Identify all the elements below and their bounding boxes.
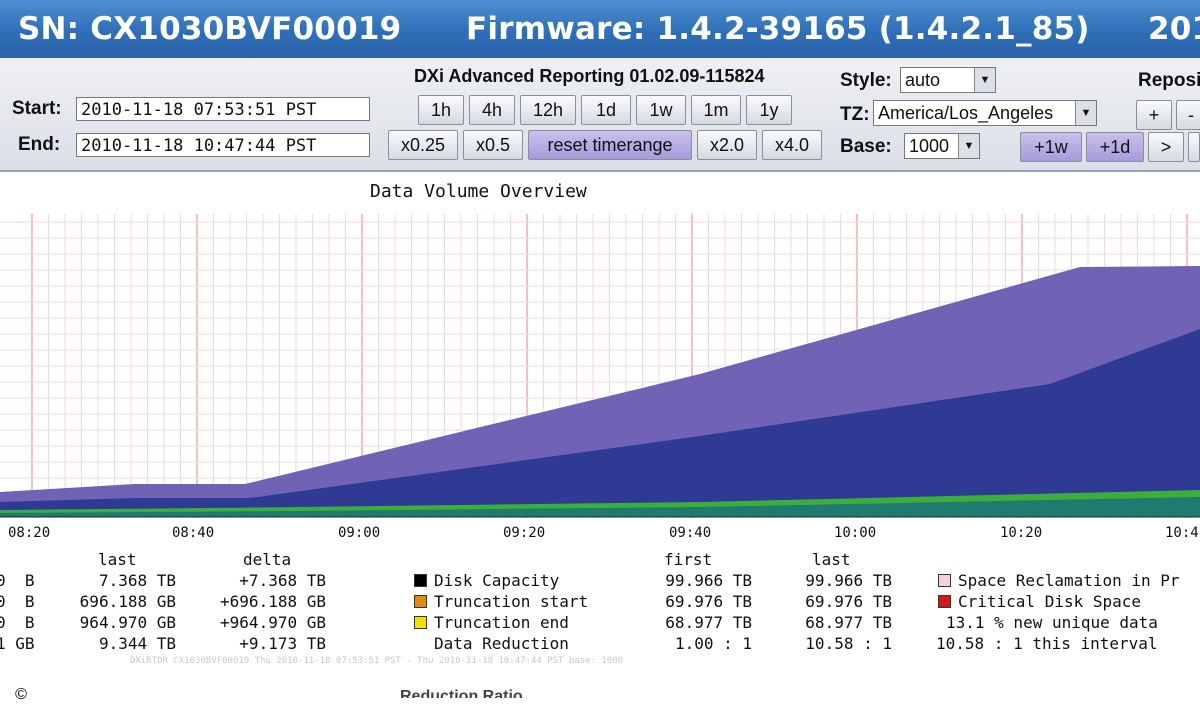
data-volume-chart xyxy=(0,214,1200,518)
legend-mid-first: 68.977 TB xyxy=(665,613,752,632)
tz-select[interactable]: America/Los_Angeles ▼ xyxy=(873,100,1097,126)
legend-left-delta: +696.188 GB xyxy=(220,592,326,611)
header-date-cut: 201 xyxy=(1148,11,1200,47)
legend-mid-last: 68.977 TB xyxy=(805,613,892,632)
style-label: Style: xyxy=(840,70,892,91)
chart-title: Data Volume Overview xyxy=(370,181,587,202)
legend-mid-label: Truncation start xyxy=(434,592,589,611)
legend-left-delta: +964.970 GB xyxy=(220,613,326,632)
chevron-down-icon: ▼ xyxy=(1075,101,1096,125)
legend-mid-last-header: last xyxy=(812,550,851,569)
x-tick-label: 08:40 xyxy=(172,525,215,541)
zoom-x025-button[interactable]: x0.25 xyxy=(388,130,458,160)
legend-mid-first: 69.976 TB xyxy=(665,592,752,611)
legend-mid-last: 10.58 : 1 xyxy=(805,634,892,653)
legend-mid-last: 99.966 TB xyxy=(805,571,892,590)
legend-mid-first-header: first xyxy=(664,550,713,569)
legend-left-last: 964.970 GB xyxy=(79,613,176,632)
legend-left-prefix: 1 GB xyxy=(0,634,35,653)
header-bar: SN: CX1030BVF00019 Firmware: 1.4.2-39165… xyxy=(0,0,1200,58)
x-tick-label: 08:20 xyxy=(8,525,51,541)
shift-forward-button[interactable]: > xyxy=(1148,132,1184,162)
legend-left-last: 696.188 GB xyxy=(79,592,176,611)
legend-left-delta: +9.173 TB xyxy=(239,634,326,653)
legend-right-label: 13.1 % new unique data xyxy=(946,613,1158,632)
tz-label: TZ: xyxy=(840,104,870,125)
shift-1w-button[interactable]: +1w xyxy=(1020,132,1082,162)
start-label: Start: xyxy=(12,98,62,119)
legend-mid-label: Data Reduction xyxy=(434,634,569,653)
range-1d-button[interactable]: 1d xyxy=(581,95,631,125)
app-title: DXi Advanced Reporting 01.02.09-115824 xyxy=(414,66,765,86)
legend-left-prefix: 0 B xyxy=(0,592,35,611)
reposition-label: Reposi xyxy=(1138,70,1200,91)
legend-swatch-space-reclamation xyxy=(938,574,951,587)
legend-left-prefix: 0 B xyxy=(0,613,35,632)
legend-mid-first: 99.966 TB xyxy=(665,571,752,590)
range-1w-button[interactable]: 1w xyxy=(636,95,686,125)
range-1y-button[interactable]: 1y xyxy=(746,95,792,125)
x-tick-label: 10:4 xyxy=(1165,525,1199,541)
style-select-value: auto xyxy=(905,70,941,90)
shift-extra-button[interactable] xyxy=(1188,132,1200,162)
legend-swatch-critical-disk xyxy=(938,595,951,608)
legend-right-label: Space Reclamation in Pr xyxy=(958,571,1180,590)
legend-swatch-disk-capacity xyxy=(414,574,427,587)
x-tick-label: 09:40 xyxy=(669,525,712,541)
zoom-x05-button[interactable]: x0.5 xyxy=(463,130,523,160)
legend-left-prefix: 0 B xyxy=(0,571,35,590)
base-label: Base: xyxy=(840,136,892,157)
firmware-version: Firmware: 1.4.2-39165 (1.4.2.1_85) xyxy=(466,11,1090,47)
legend-right-label: Critical Disk Space xyxy=(958,592,1142,611)
legend-mid-first: 1.00 : 1 xyxy=(674,634,752,653)
legend-left-last-header: last xyxy=(98,550,137,569)
legend-left-last: 7.368 TB xyxy=(98,571,176,590)
x-tick-label: 09:20 xyxy=(503,525,546,541)
shift-1d-button[interactable]: +1d xyxy=(1086,132,1144,162)
range-12h-button[interactable]: 12h xyxy=(520,95,576,125)
tz-select-value: America/Los_Angeles xyxy=(878,103,1054,123)
chevron-down-icon: ▼ xyxy=(974,68,995,92)
end-input[interactable]: 2010-11-18 10:47:44 PST xyxy=(76,133,370,157)
legend-swatch-truncation-end xyxy=(414,616,427,629)
serial-number: SN: CX1030BVF00019 xyxy=(18,11,402,47)
range-4h-button[interactable]: 4h xyxy=(469,95,515,125)
zoom-x4-button[interactable]: x4.0 xyxy=(762,130,822,160)
base-select-value: 1000 xyxy=(909,136,950,156)
range-1m-button[interactable]: 1m xyxy=(691,95,741,125)
x-tick-label: 09:00 xyxy=(338,525,381,541)
chevron-down-icon: ▼ xyxy=(958,134,979,158)
chart-footer-watermark: DXiRTDR CX1030BVF00019 Thu 2010-11-18 07… xyxy=(130,656,624,666)
legend-left-delta: +7.368 TB xyxy=(239,571,326,590)
legend-left-delta-header: delta xyxy=(243,550,292,569)
repos-minus-button[interactable]: - xyxy=(1176,100,1200,130)
legend-mid-label: Disk Capacity xyxy=(434,571,560,590)
legend-left-last: 9.344 TB xyxy=(98,634,176,653)
legend-swatch-truncation-start xyxy=(414,595,427,608)
range-1h-button[interactable]: 1h xyxy=(418,95,464,125)
legend-mid-last: 69.976 TB xyxy=(805,592,892,611)
base-select[interactable]: 1000 ▼ xyxy=(904,133,980,159)
x-tick-label: 10:20 xyxy=(1000,525,1043,541)
zoom-x2-button[interactable]: x2.0 xyxy=(697,130,757,160)
legend-mid-label: Truncation end xyxy=(434,613,569,632)
x-tick-label: 10:00 xyxy=(834,525,877,541)
style-select[interactable]: auto ▼ xyxy=(900,67,996,93)
end-label: End: xyxy=(18,134,61,155)
repos-plus-button[interactable]: + xyxy=(1136,100,1172,130)
next-chart-title: Reduction Ratio xyxy=(400,688,523,698)
reset-timerange-button[interactable]: reset timerange xyxy=(528,130,692,160)
copyright-icon: © xyxy=(15,686,27,703)
legend-right-label: 10.58 : 1 this interval xyxy=(936,634,1158,653)
start-input[interactable]: 2010-11-18 07:53:51 PST xyxy=(76,97,370,121)
